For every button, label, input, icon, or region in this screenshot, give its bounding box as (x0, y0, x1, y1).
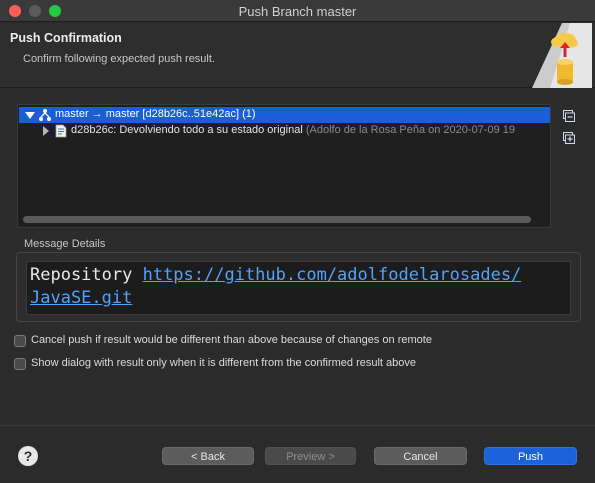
message-details-text[interactable]: Repository https://github.com/adolfodela… (26, 261, 571, 315)
help-button[interactable]: ? (18, 446, 38, 466)
repository-prefix: Repository (30, 265, 143, 285)
branch-ref-icon (39, 109, 51, 121)
preview-button[interactable]: Preview > (265, 447, 356, 465)
push-result-tree[interactable]: master → master [d28b26c..51e42ac] (1) d… (17, 104, 551, 228)
cancel-button[interactable]: Cancel (374, 447, 467, 465)
commit-author-date: (Adolfo de la Rosa Peña on 2020-07-09 19 (302, 124, 515, 136)
footer-divider (0, 425, 595, 426)
expand-all-icon[interactable] (563, 132, 575, 144)
message-details-group: Repository https://github.com/adolfodela… (16, 252, 581, 322)
wizard-header: Push Confirmation Confirm following expe… (0, 23, 595, 88)
page-title: Push Confirmation (10, 31, 122, 45)
back-button[interactable]: < Back (162, 447, 254, 465)
collapse-all-icon[interactable] (563, 110, 575, 122)
expand-icon[interactable] (43, 126, 49, 136)
cancel-push-label: Cancel push if result would be different… (31, 334, 432, 346)
tree-row-commit[interactable]: d28b26c: Devolviendo todo a su estado or… (19, 123, 550, 139)
tree-row-label: master → master [d28b26c..51e42ac] (1) (55, 108, 256, 120)
window-titlebar: Push Branch master (0, 0, 595, 22)
window-title: Push Branch master (238, 4, 357, 19)
commit-icon (55, 124, 67, 138)
tree-row-branch[interactable]: master → master [d28b26c..51e42ac] (1) (19, 107, 550, 123)
show-dialog-label: Show dialog with result only when it is … (31, 357, 416, 369)
show-dialog-checkbox[interactable] (14, 358, 26, 370)
push-wizard-banner-icon (532, 23, 592, 88)
horizontal-scrollbar[interactable] (23, 216, 531, 223)
push-button[interactable]: Push (484, 447, 577, 465)
collapse-icon[interactable] (25, 112, 35, 119)
page-subtitle: Confirm following expected push result. (23, 53, 215, 65)
tree-row-label: d28b26c: Devolviendo todo a su estado or… (71, 124, 515, 136)
cancel-push-checkbox[interactable] (14, 335, 26, 347)
message-details-label: Message Details (24, 238, 106, 250)
